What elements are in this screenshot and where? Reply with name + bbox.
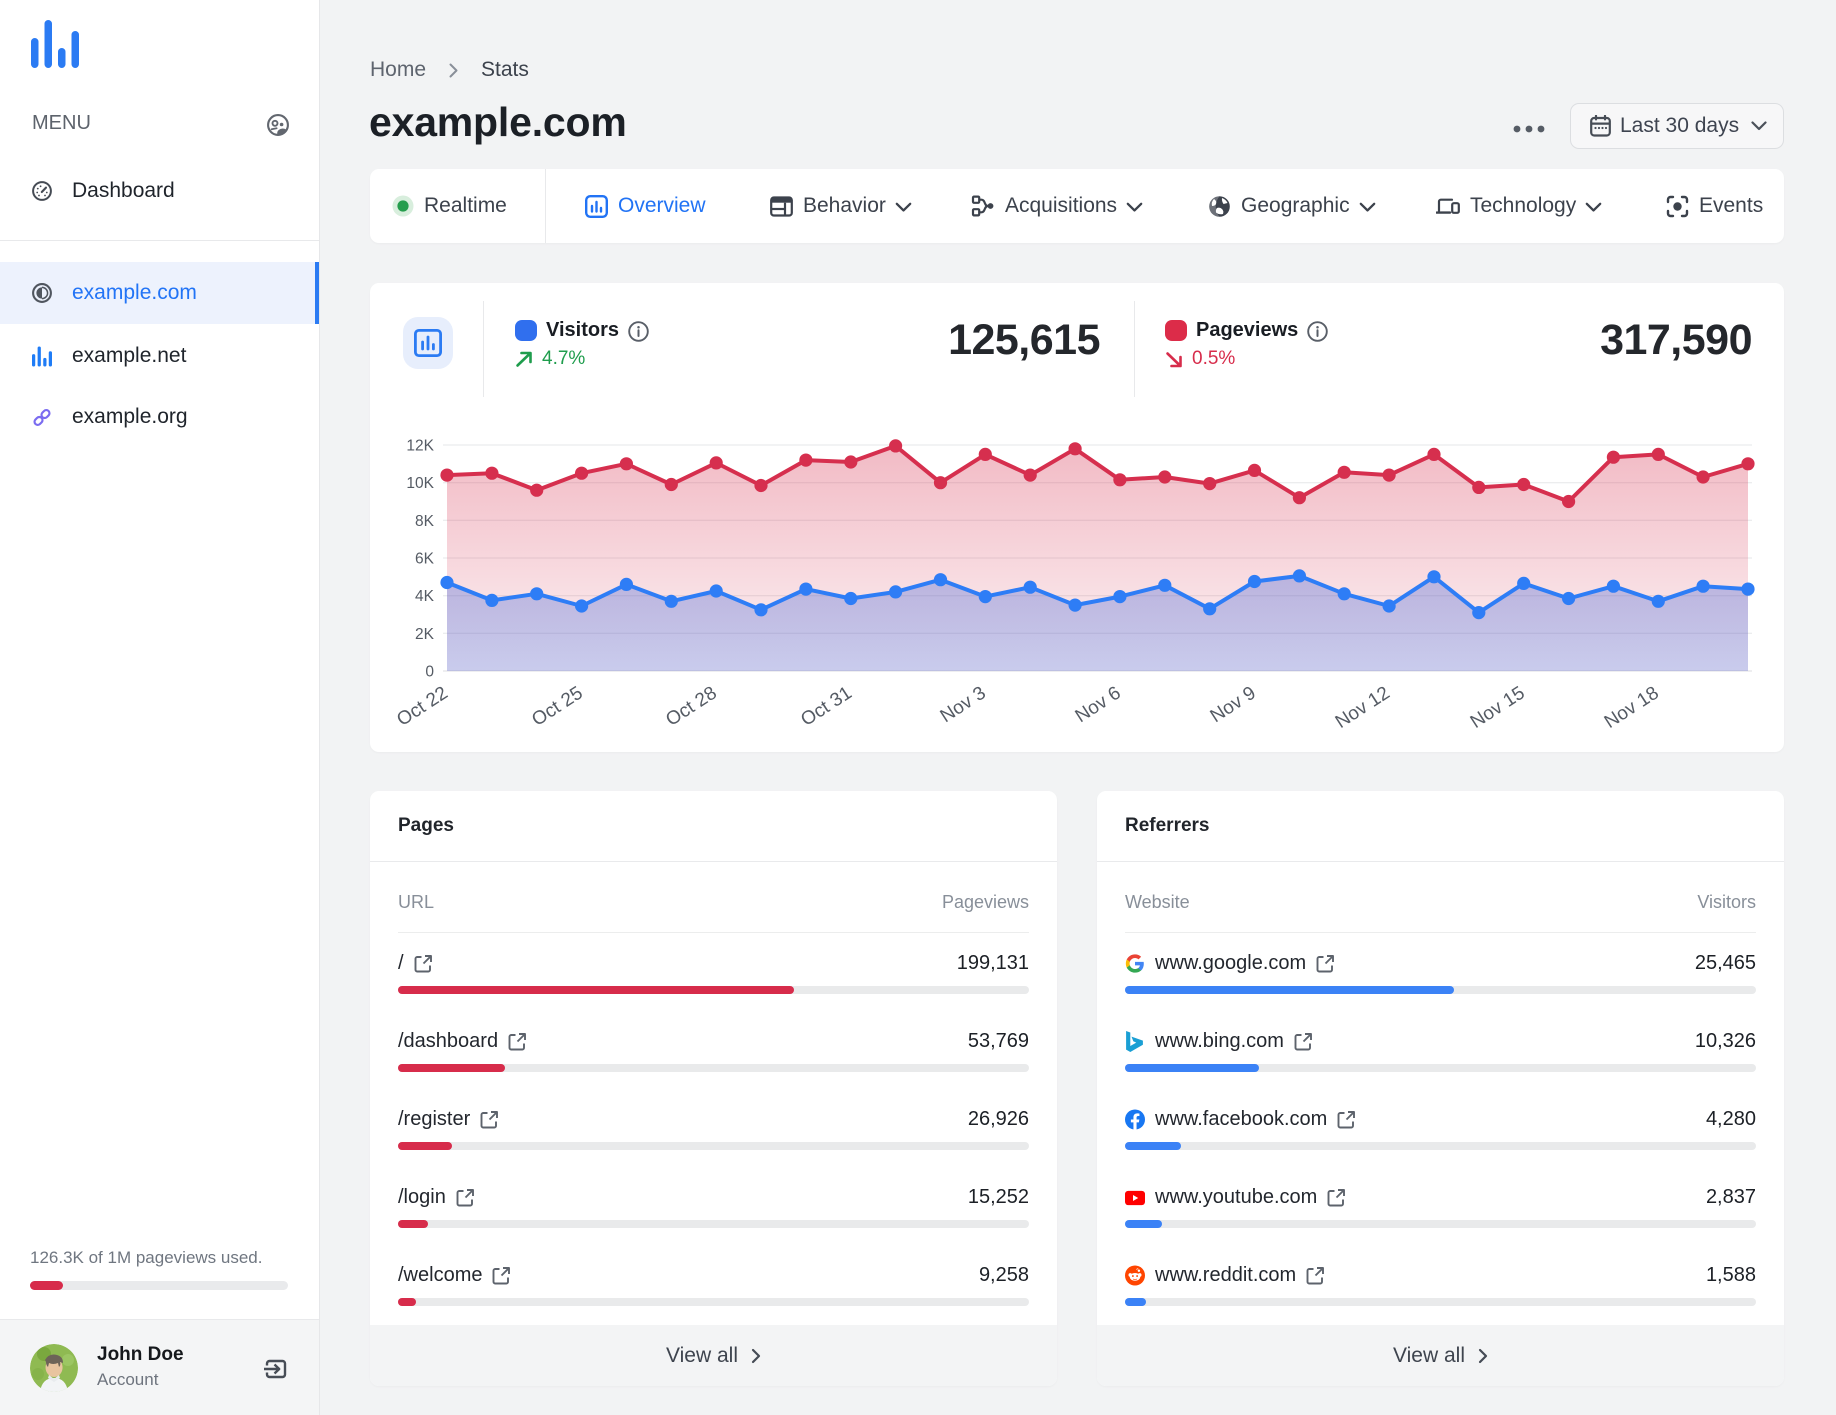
svg-text:12K: 12K	[406, 438, 434, 455]
svg-text:Oct 28: Oct 28	[662, 683, 720, 731]
svg-text:6K: 6K	[415, 551, 435, 568]
svg-text:Oct 25: Oct 25	[528, 683, 586, 731]
svg-text:Nov 18: Nov 18	[1601, 683, 1663, 733]
svg-text:4K: 4K	[415, 588, 435, 605]
svg-text:2K: 2K	[415, 626, 435, 643]
svg-text:Oct 22: Oct 22	[393, 683, 451, 731]
svg-text:10K: 10K	[406, 475, 434, 492]
svg-text:8K: 8K	[415, 513, 435, 530]
svg-text:Nov 12: Nov 12	[1332, 683, 1394, 733]
svg-text:Nov 6: Nov 6	[1072, 683, 1125, 728]
svg-text:Nov 3: Nov 3	[937, 683, 990, 728]
svg-text:Oct 31: Oct 31	[797, 683, 855, 731]
svg-text:Nov 15: Nov 15	[1467, 683, 1529, 733]
svg-text:Nov 9: Nov 9	[1207, 683, 1260, 728]
svg-text:0: 0	[425, 664, 434, 681]
